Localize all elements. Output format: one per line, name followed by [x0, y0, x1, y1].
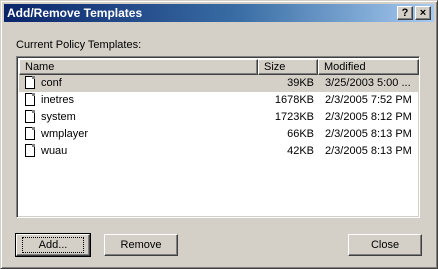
template-row-system[interactable]: system 1723KB 2/3/2005 8:12 PM: [19, 109, 419, 126]
remove-button-label: Remove: [120, 239, 162, 251]
template-file-icon: [25, 76, 35, 89]
template-file-icon: [25, 144, 35, 157]
template-row-wuau[interactable]: wuau 42KB 2/3/2005 8:13 PM: [19, 143, 419, 160]
template-name: conf: [41, 77, 62, 89]
help-button[interactable]: ?: [397, 6, 413, 20]
template-file-icon: [25, 127, 35, 140]
template-size: 42KB: [287, 145, 314, 157]
templates-list-label: Current Policy Templates:: [16, 39, 142, 51]
add-remove-templates-dialog: Add/Remove Templates ? × Current Policy …: [0, 0, 438, 269]
template-size: 1678KB: [274, 94, 314, 106]
column-header-name[interactable]: Name: [19, 59, 258, 75]
remove-button[interactable]: Remove: [104, 234, 178, 256]
close-window-button[interactable]: ×: [415, 6, 431, 20]
template-file-icon: [25, 93, 35, 106]
help-icon: ?: [401, 6, 409, 19]
close-button-label: Close: [370, 239, 400, 251]
template-row-inetres[interactable]: inetres 1678KB 2/3/2005 7:52 PM: [19, 92, 419, 109]
template-row-wmplayer[interactable]: wmplayer 66KB 2/3/2005 8:13 PM: [19, 126, 419, 143]
template-modified: 3/25/2003 5:00 ...: [325, 77, 411, 89]
column-header-modified[interactable]: Modified: [318, 59, 419, 75]
template-row-conf[interactable]: conf 39KB 3/25/2003 5:00 ...: [19, 75, 419, 92]
template-modified: 2/3/2005 8:12 PM: [325, 111, 412, 123]
template-modified: 2/3/2005 7:52 PM: [325, 94, 412, 106]
template-file-icon: [25, 110, 35, 123]
template-modified: 2/3/2005 8:13 PM: [325, 128, 412, 140]
template-name: system: [41, 111, 76, 123]
templates-listview[interactable]: Name Size Modified conf 39KB 3/25/2003 5…: [16, 56, 420, 218]
column-header-size[interactable]: Size: [258, 59, 318, 75]
template-size: 39KB: [287, 77, 314, 89]
title-bar[interactable]: Add/Remove Templates ? ×: [4, 4, 434, 22]
dialog-title: Add/Remove Templates: [7, 6, 143, 20]
template-size: 1723KB: [274, 111, 314, 123]
template-modified: 2/3/2005 8:13 PM: [325, 145, 412, 157]
close-button[interactable]: Close: [348, 234, 422, 256]
add-button[interactable]: Add...: [15, 233, 91, 257]
close-icon: ×: [419, 6, 427, 19]
template-name: wmplayer: [41, 128, 89, 140]
template-size: 66KB: [287, 128, 314, 140]
template-name: wuau: [41, 145, 68, 157]
add-button-label: Add...: [21, 237, 85, 253]
template-name: inetres: [41, 94, 75, 106]
